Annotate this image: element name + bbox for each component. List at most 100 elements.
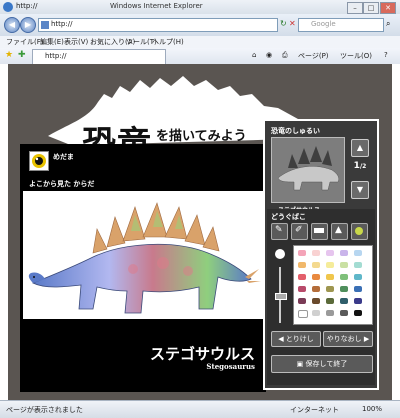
color-swatch[interactable]: [340, 310, 348, 316]
color-swatch[interactable]: [312, 310, 320, 316]
forward-button[interactable]: ▶: [20, 17, 36, 33]
fill-tool-button[interactable]: [351, 223, 368, 240]
color-palette: [293, 245, 373, 325]
color-swatch[interactable]: [312, 274, 320, 280]
prev-dinosaur-button[interactable]: ▲: [351, 139, 369, 157]
eye-part-button[interactable]: [29, 151, 49, 171]
color-swatch[interactable]: [354, 262, 362, 268]
color-swatch[interactable]: [312, 262, 320, 268]
search-placeholder: Google: [311, 20, 336, 28]
minimize-button[interactable]: –: [347, 2, 363, 14]
status-bar: ページが表示されました インターネット 100%: [0, 400, 400, 418]
address-toolbar: ◀ ▶ http:// ↻ ✕ Google ⌕: [0, 14, 400, 37]
title-subtitle: を描いてみよう: [156, 129, 247, 144]
ie-logo-icon: [3, 2, 13, 12]
undo-button[interactable]: ◀ とりけし: [271, 331, 321, 347]
brush-tool-button[interactable]: ✐: [291, 223, 308, 240]
eye-icon: [32, 154, 46, 168]
color-swatch[interactable]: [340, 262, 348, 268]
color-swatch[interactable]: [298, 262, 306, 268]
fill-icon: [355, 227, 363, 235]
canvas-header: めだま よこから見た からだ: [23, 147, 263, 191]
dinosaur-thumbnail[interactable]: ステゴサウルス: [271, 137, 345, 214]
pencil-icon: ✎: [275, 225, 283, 235]
color-swatch[interactable]: [326, 250, 334, 256]
menu-edit[interactable]: 編集(E): [40, 37, 64, 47]
search-input[interactable]: Google: [298, 18, 384, 32]
add-favorites-icon[interactable]: ✚: [18, 50, 26, 60]
color-swatch[interactable]: [354, 286, 362, 292]
help-icon[interactable]: ?: [384, 51, 388, 59]
stamp-icon: ▲: [335, 225, 342, 235]
color-swatch[interactable]: [340, 274, 348, 280]
color-swatch[interactable]: [326, 298, 334, 304]
window-title: Windows Internet Explorer: [110, 2, 203, 10]
window-title-url: http://: [16, 2, 38, 10]
dino-name-en: Stegosaurus: [206, 362, 255, 371]
back-button[interactable]: ◀: [4, 17, 20, 33]
zone-text: インターネット: [290, 406, 339, 414]
color-swatch[interactable]: [326, 286, 334, 292]
menu-help[interactable]: ヘルプ(H): [152, 37, 184, 47]
page-menu[interactable]: ページ(P): [298, 51, 329, 61]
menu-view[interactable]: 表示(V): [64, 37, 88, 47]
tab-current[interactable]: http://: [32, 49, 166, 64]
pencil-tool-button[interactable]: ✎: [271, 223, 288, 240]
status-text: ページが表示されました: [6, 406, 83, 414]
game-area: 恐竜 を描いてみよう めだま よこから見た からだ: [8, 64, 392, 400]
tools-menu[interactable]: ツール(O): [340, 51, 372, 61]
color-swatch[interactable]: [298, 286, 306, 292]
color-swatch[interactable]: [326, 262, 334, 268]
brush-size-knob[interactable]: [275, 293, 287, 300]
address-bar[interactable]: http://: [38, 18, 278, 32]
redo-button[interactable]: やりなおし ▶: [323, 331, 373, 347]
color-swatch[interactable]: [354, 298, 362, 304]
next-dinosaur-button[interactable]: ▼: [351, 181, 369, 199]
canvas-footer: ステゴサウルス Stegosaurus: [23, 319, 263, 389]
tab-bar: ★ ✚ http:// ⌂ ◉ ⎙ ページ(P) ツール(O) ?: [0, 48, 400, 65]
save-and-exit-button[interactable]: ▣ 保存して終了: [271, 355, 373, 373]
color-swatch[interactable]: [340, 298, 348, 304]
color-swatch[interactable]: [354, 310, 362, 316]
color-swatch[interactable]: [298, 298, 306, 304]
stamp-tool-button[interactable]: ▲: [331, 223, 348, 240]
close-button[interactable]: ✕: [380, 2, 396, 14]
home-icon[interactable]: ⌂: [252, 51, 256, 59]
eye-label: めだま: [53, 153, 74, 161]
drawing-canvas[interactable]: めだま よこから見た からだ ステゴサウルス Stegosaurus: [20, 144, 266, 392]
brush-icon: ✐: [295, 225, 303, 235]
save-icon: ▣: [296, 360, 304, 368]
window-title-bar: http:// Windows Internet Explorer – □ ✕: [0, 0, 400, 15]
menu-file[interactable]: ファイル(F): [6, 37, 44, 47]
page-total: 2: [362, 163, 367, 170]
color-swatch[interactable]: [326, 310, 334, 316]
color-swatch[interactable]: [298, 310, 308, 318]
color-swatch[interactable]: [340, 250, 348, 256]
color-swatch[interactable]: [312, 298, 320, 304]
print-icon[interactable]: ⎙: [282, 51, 288, 60]
stop-icon[interactable]: ✕: [289, 19, 296, 28]
color-swatch[interactable]: [298, 274, 306, 280]
refresh-icon[interactable]: ↻: [280, 19, 287, 28]
color-swatch[interactable]: [326, 274, 334, 280]
eraser-tool-button[interactable]: [311, 223, 328, 240]
search-icon[interactable]: ⌕: [386, 19, 390, 29]
color-swatch[interactable]: [298, 250, 306, 256]
address-value: http://: [51, 20, 73, 28]
toolbox-label: どうぐばこ: [271, 213, 306, 221]
brush-size-preview: [275, 249, 285, 259]
color-swatch[interactable]: [312, 250, 320, 256]
zoom-level[interactable]: 100%: [362, 405, 382, 413]
eraser-icon: [314, 228, 324, 233]
undo-label: とりけし: [285, 335, 314, 343]
color-swatch[interactable]: [354, 250, 362, 256]
color-swatch[interactable]: [354, 274, 362, 280]
dino-name-jp: ステゴサウルス: [149, 345, 255, 363]
color-swatch[interactable]: [312, 286, 320, 292]
color-swatch[interactable]: [340, 286, 348, 292]
feeds-icon[interactable]: ◉: [266, 51, 272, 59]
brush-size-control: [272, 247, 288, 331]
save-label: 保存して終了: [305, 360, 348, 368]
maximize-button[interactable]: □: [363, 2, 379, 14]
favorites-star-icon[interactable]: ★: [5, 50, 13, 60]
